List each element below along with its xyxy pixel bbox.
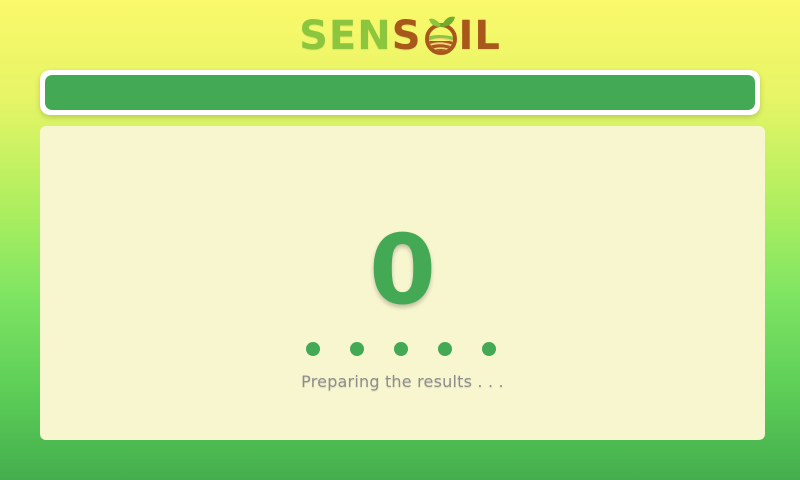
progress-bar bbox=[40, 70, 760, 115]
loading-dot bbox=[438, 342, 452, 356]
progress-fill bbox=[45, 75, 755, 110]
logo-wordmark: SEN S IL bbox=[299, 15, 501, 57]
logo-text-s: S bbox=[391, 13, 422, 59]
progress-track bbox=[45, 75, 755, 110]
leaf-field-icon bbox=[424, 16, 457, 55]
loading-dot bbox=[482, 342, 496, 356]
loading-dot bbox=[394, 342, 408, 356]
results-panel: 0 Preparing the results . . . bbox=[40, 126, 765, 440]
loading-dots bbox=[306, 342, 496, 356]
result-count: 0 bbox=[369, 214, 436, 326]
loading-dot bbox=[306, 342, 320, 356]
logo-text-il: IL bbox=[458, 13, 501, 59]
status-text: Preparing the results . . . bbox=[301, 372, 504, 391]
logo-text-sen: SEN bbox=[299, 13, 392, 59]
loading-dot bbox=[350, 342, 364, 356]
sensoil-logo: SEN S IL bbox=[0, 12, 800, 60]
